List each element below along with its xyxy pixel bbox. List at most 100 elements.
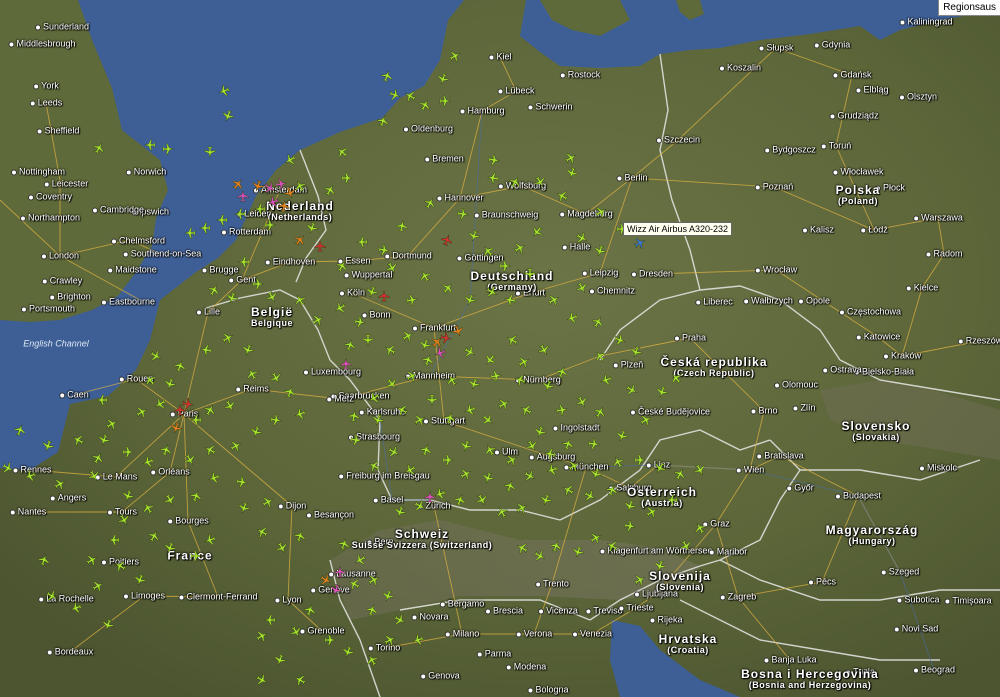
airplane-icon[interactable]	[565, 152, 577, 164]
airplane-icon[interactable]	[566, 312, 578, 324]
airplane-icon[interactable]	[54, 478, 66, 490]
airplane-icon[interactable]	[164, 542, 176, 554]
airplane-icon[interactable]	[490, 370, 502, 382]
airplane-icon[interactable]	[372, 414, 384, 426]
airplane-icon[interactable]	[656, 386, 668, 398]
airplane-icon[interactable]	[46, 590, 58, 602]
airplane-icon[interactable]	[340, 358, 352, 370]
airplane-icon[interactable]	[224, 400, 236, 412]
airplane-icon[interactable]	[93, 142, 105, 154]
airplane-icon[interactable]	[96, 394, 108, 406]
airplane-icon[interactable]	[338, 538, 350, 550]
airplane-icon[interactable]	[449, 50, 461, 62]
airplane-icon[interactable]	[440, 332, 452, 344]
airplane-icon[interactable]	[526, 440, 538, 452]
airplane-icon[interactable]	[402, 330, 414, 342]
airplane-icon[interactable]	[290, 626, 302, 638]
airplane-icon[interactable]	[377, 115, 389, 127]
airplane-icon[interactable]	[274, 654, 286, 666]
airplane-icon[interactable]	[572, 546, 584, 558]
airplane-icon[interactable]	[294, 180, 306, 192]
region-selector-button[interactable]: Regionsaus	[938, 0, 1000, 16]
airplane-icon[interactable]	[184, 227, 196, 239]
airplane-icon[interactable]	[540, 494, 552, 506]
airplane-icon[interactable]	[72, 434, 84, 446]
airplane-icon[interactable]	[576, 232, 588, 244]
airplane-icon[interactable]	[14, 424, 26, 436]
airplane-icon[interactable]	[2, 462, 14, 474]
airplane-icon[interactable]	[534, 426, 546, 438]
airplane-icon[interactable]	[419, 339, 431, 351]
airplane-icon[interactable]	[406, 294, 418, 306]
airplane-icon[interactable]	[190, 490, 202, 502]
airplane-icon[interactable]	[208, 284, 220, 296]
airplane-icon[interactable]	[396, 404, 408, 416]
airplane-icon[interactable]	[562, 438, 574, 450]
airplane-icon[interactable]	[184, 454, 196, 466]
airplane-icon[interactable]	[294, 408, 306, 420]
airplane-icon[interactable]	[414, 414, 426, 426]
airplane-icon[interactable]	[389, 89, 401, 101]
airplane-icon[interactable]	[270, 372, 282, 384]
airplane-icon[interactable]	[634, 237, 646, 249]
airplane-icon[interactable]	[446, 374, 458, 386]
airplane-icon[interactable]	[270, 414, 282, 426]
airplane-icon[interactable]	[234, 208, 246, 220]
airplane-icon[interactable]	[264, 614, 276, 626]
airplane-icon[interactable]	[654, 462, 666, 474]
airplane-icon[interactable]	[170, 422, 182, 434]
airplane-icon[interactable]	[694, 464, 706, 476]
airplane-icon[interactable]	[334, 566, 346, 578]
airplane-icon[interactable]	[584, 490, 596, 502]
airplane-icon[interactable]	[576, 282, 588, 294]
airplane-icon[interactable]	[670, 372, 682, 384]
airplane-icon[interactable]	[550, 540, 562, 552]
airplane-icon[interactable]	[404, 90, 416, 102]
airplane-icon[interactable]	[314, 240, 326, 252]
airplane-icon[interactable]	[694, 522, 706, 534]
airplane-icon[interactable]	[142, 502, 154, 514]
airplane-icon[interactable]	[164, 378, 176, 390]
airplane-icon[interactable]	[294, 294, 306, 306]
airplane-icon[interactable]	[294, 530, 306, 542]
airplane-icon[interactable]	[506, 454, 518, 466]
airplane-icon[interactable]	[464, 346, 476, 358]
airplane-icon[interactable]	[414, 500, 426, 512]
airplane-icon[interactable]	[534, 176, 546, 188]
airplane-icon[interactable]	[164, 494, 176, 506]
airplane-icon[interactable]	[394, 506, 406, 518]
airplane-icon[interactable]	[160, 444, 172, 456]
airplane-icon[interactable]	[190, 414, 202, 426]
airplane-icon[interactable]	[134, 574, 146, 586]
airplane-icon[interactable]	[420, 444, 432, 456]
airplane-icon[interactable]	[426, 394, 438, 406]
airplane-icon[interactable]	[441, 234, 453, 246]
airplane-icon[interactable]	[509, 176, 521, 188]
airplane-icon[interactable]	[356, 236, 368, 248]
airplane-icon[interactable]	[634, 454, 646, 466]
airplane-icon[interactable]	[542, 380, 554, 392]
airplane-icon[interactable]	[624, 500, 636, 512]
airplane-icon[interactable]	[136, 406, 148, 418]
airplane-icon[interactable]	[222, 332, 234, 344]
airplane-icon[interactable]	[486, 286, 498, 298]
airplane-icon[interactable]	[640, 414, 652, 426]
airplane-icon[interactable]	[384, 344, 396, 356]
airplane-icon[interactable]	[482, 245, 494, 257]
airplane-icon[interactable]	[630, 346, 642, 358]
airplane-icon[interactable]	[674, 468, 686, 480]
airplane-icon[interactable]	[404, 464, 416, 476]
airplane-icon[interactable]	[218, 85, 230, 97]
airplane-icon[interactable]	[386, 262, 398, 274]
airplane-icon[interactable]	[294, 234, 306, 246]
airplane-icon[interactable]	[237, 190, 249, 202]
airplane-icon[interactable]	[222, 110, 234, 122]
airplane-icon[interactable]	[518, 356, 530, 368]
airplane-icon[interactable]	[556, 190, 568, 202]
airplane-icon[interactable]	[106, 418, 118, 430]
airplane-icon[interactable]	[460, 440, 472, 452]
airplane-icon[interactable]	[496, 506, 508, 518]
airplane-icon[interactable]	[242, 344, 254, 356]
airplane-icon[interactable]	[437, 73, 449, 85]
airplane-icon[interactable]	[348, 578, 360, 590]
